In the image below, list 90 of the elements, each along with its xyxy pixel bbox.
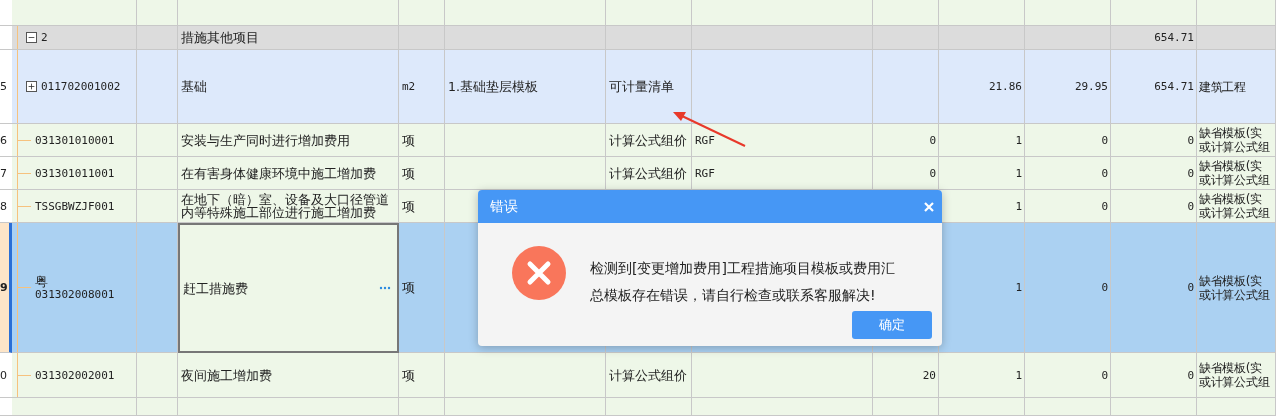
- formula-code: RGF: [692, 157, 873, 190]
- tree-connector: [17, 287, 31, 288]
- table-cell: 21.86: [939, 50, 1025, 124]
- item-code: 031301011001: [35, 166, 115, 180]
- table-cell: 0: [1025, 157, 1111, 190]
- group-total: 654.71: [1111, 26, 1197, 50]
- template-label: 缺省模板(实: [1199, 273, 1262, 288]
- item-code: 011702001002: [41, 80, 121, 93]
- unit: 项: [399, 223, 445, 353]
- close-icon[interactable]: [924, 201, 934, 212]
- item-name: 夜间施工增加费: [178, 353, 399, 398]
- pricing-method: 计算公式组价: [606, 124, 692, 157]
- table-cell: [873, 0, 939, 26]
- item-code: TSSGBWZJF001: [35, 199, 115, 213]
- table-cell: 1: [939, 190, 1025, 223]
- tree-connector: [17, 139, 31, 141]
- table-cell: 0: [1111, 190, 1197, 223]
- error-message: 检测到[变更增加费用]工程措施项目模板或费用汇总模板存在错误，请自行检查或联系客服解决!: [590, 259, 896, 305]
- template-label: 或计算公式组: [1199, 287, 1270, 302]
- table-cell: 1: [939, 353, 1025, 398]
- item-name: 基础: [178, 50, 399, 124]
- table-cell: 0: [1111, 223, 1197, 353]
- unit: 项: [399, 190, 445, 223]
- template-label: 或计算公式组: [1199, 173, 1270, 187]
- more-icon[interactable]: [379, 286, 391, 290]
- table-cell: 1: [939, 223, 1025, 353]
- table-cell: 0: [1111, 353, 1197, 398]
- collapse-icon[interactable]: [26, 32, 37, 43]
- pricing-method: 可计量清单: [606, 50, 692, 124]
- tree-connector: [17, 205, 31, 207]
- group-name: 措施其他项目: [178, 26, 399, 50]
- table-cell: 20: [873, 353, 939, 398]
- table-cell: 1: [939, 124, 1025, 157]
- tree-connector: [17, 374, 31, 376]
- item-code: 031302002001: [35, 368, 115, 382]
- table-cell: 0: [1111, 157, 1197, 190]
- template-label: 缺省模板(实: [1199, 192, 1262, 206]
- row-number[interactable]: 7: [0, 157, 12, 190]
- table-cell: [399, 0, 445, 26]
- table-cell: 1: [939, 157, 1025, 190]
- template-label: 或计算公式组: [1199, 140, 1270, 154]
- dialog-title: 错误: [490, 197, 518, 216]
- row-number[interactable]: 9: [0, 223, 12, 353]
- item-name: 在有害身体健康环境中施工增加费: [178, 157, 399, 190]
- row-number[interactable]: 0: [0, 353, 12, 398]
- item-feature: 1.基础垫层模板: [445, 50, 606, 124]
- table-cell: [0, 0, 12, 26]
- row-number[interactable]: 6: [0, 124, 12, 157]
- table-cell: [137, 0, 178, 26]
- region-label: 粤: [35, 274, 49, 288]
- item-name: 安装与生产同时进行增加费用: [178, 124, 399, 157]
- group-number: 2: [41, 31, 48, 44]
- table-cell: 29.95: [1025, 50, 1111, 124]
- pricing-method: 计算公式组价: [606, 157, 692, 190]
- item-code: 031301010001: [35, 133, 115, 147]
- table-cell: 0: [1025, 353, 1111, 398]
- table-cell: [873, 26, 939, 50]
- name-editor[interactable]: 赶工措施费: [178, 223, 399, 353]
- table-cell: 0: [1025, 223, 1111, 353]
- item-code: 031302008001: [35, 287, 115, 301]
- table-cell: 0: [1025, 190, 1111, 223]
- table-cell: 0: [1111, 124, 1197, 157]
- error-icon: [512, 246, 566, 300]
- tree-connector: [17, 172, 31, 174]
- template-label: 或计算公式组: [1199, 375, 1270, 389]
- table-cell: [873, 398, 939, 416]
- unit: 项: [399, 157, 445, 190]
- template-label: 缺省模板(实: [1199, 126, 1262, 140]
- row-number[interactable]: 8: [0, 190, 12, 223]
- template-label: 或计算公式组: [1199, 206, 1270, 220]
- template-label: 建筑工程: [1199, 79, 1246, 94]
- formula-code: RGF: [692, 124, 873, 157]
- row-number[interactable]: 5: [0, 50, 12, 124]
- table-cell: [399, 398, 445, 416]
- unit: 项: [399, 124, 445, 157]
- item-name: 在地下（暗）室、设备及大口径管道内等特殊施工部位进行施工增加费: [178, 190, 399, 223]
- item-name: 赶工措施费: [183, 281, 248, 295]
- unit: 项: [399, 353, 445, 398]
- table-cell: [0, 398, 12, 416]
- table-cell: 0: [873, 157, 939, 190]
- template-label: 缺省模板(实: [1199, 159, 1262, 173]
- table-cell: [399, 26, 445, 50]
- table-cell: 0: [873, 124, 939, 157]
- pricing-method: 计算公式组价: [606, 353, 692, 398]
- table-cell: 0: [1025, 124, 1111, 157]
- template-label: 缺省模板(实: [1199, 361, 1262, 375]
- expand-icon[interactable]: [26, 81, 37, 92]
- table-cell: [137, 398, 178, 416]
- unit: m2: [399, 50, 445, 124]
- table-cell: 654.71: [1111, 50, 1197, 124]
